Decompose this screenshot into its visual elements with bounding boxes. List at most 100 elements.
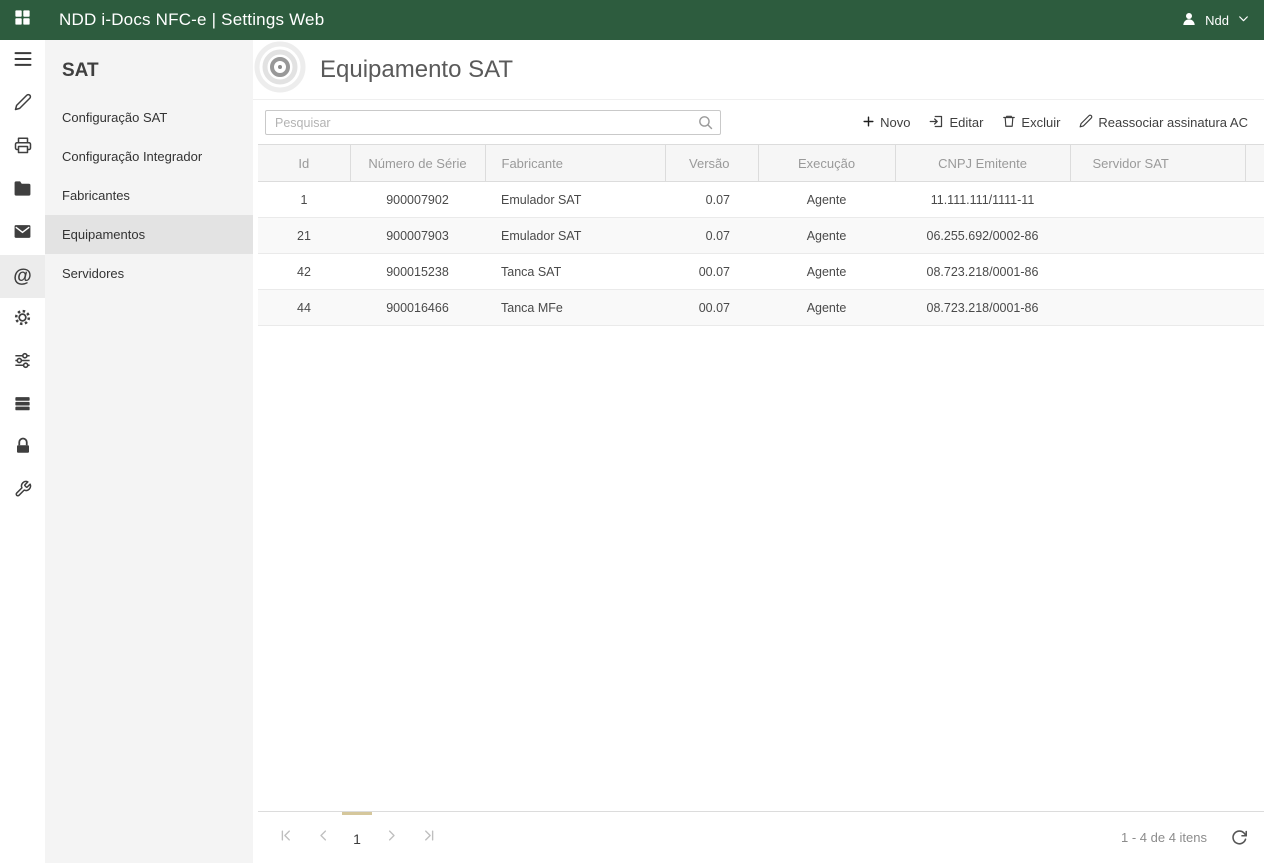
grid-toolbar: Novo Editar Excluir Reassociar assinatur… (253, 100, 1264, 144)
pager-right: 1 - 4 de 4 itens (1121, 829, 1248, 846)
chevron-down-icon (1237, 12, 1250, 28)
refresh-button[interactable] (1231, 829, 1248, 846)
cell-id: 1 (258, 181, 350, 218)
grid-empty-area (258, 326, 1264, 811)
iconbar-item-preferences[interactable] (0, 341, 45, 384)
table-header: Id Número de Série Fabricante Versão Exe… (258, 144, 1264, 182)
pager-prev-button[interactable] (304, 812, 342, 863)
cell-numero-serie: 900007903 (350, 217, 485, 254)
table-row[interactable]: 1 900007902 Emulador SAT 0.07 Agente 11.… (258, 181, 1264, 218)
cell-numero-serie: 900016466 (350, 289, 485, 326)
iconbar-item-servers[interactable] (0, 384, 45, 427)
column-header-cnpj[interactable]: CNPJ Emitente (894, 144, 1070, 182)
table-row[interactable]: 42 900015238 Tanca SAT 00.07 Agente 08.7… (258, 253, 1264, 290)
edit-icon (929, 114, 944, 132)
app-grid-button[interactable] (0, 8, 45, 32)
iconbar-item-sat[interactable]: @ (0, 255, 45, 298)
plus-icon (862, 115, 875, 131)
table-row[interactable]: 44 900016466 Tanca MFe 00.07 Agente 08.7… (258, 289, 1264, 326)
search-box (265, 110, 721, 135)
cell-servidor-sat (1070, 181, 1245, 218)
sidebar-item-equipamentos[interactable]: Equipamentos (45, 215, 253, 254)
cell-id: 21 (258, 217, 350, 254)
iconbar-item-files[interactable] (0, 169, 45, 212)
pager-page-1[interactable]: 1 (342, 811, 372, 863)
iconbar-item-security[interactable] (0, 427, 45, 470)
grid-icon (13, 8, 32, 32)
novo-button[interactable]: Novo (862, 115, 910, 131)
at-icon: @ (13, 265, 32, 287)
sidebar-title: SAT (62, 60, 99, 81)
pencil-icon (1079, 114, 1093, 131)
mail-icon (13, 222, 32, 246)
excluir-button[interactable]: Excluir (1002, 114, 1060, 131)
cell-versao: 0.07 (665, 181, 758, 218)
cell-execucao: Agente (758, 289, 895, 326)
seek-first-icon (278, 828, 293, 848)
equipamentos-grid: Id Número de Série Fabricante Versão Exe… (258, 144, 1264, 863)
column-header-servidor-sat[interactable]: Servidor SAT (1069, 144, 1245, 182)
sliders-icon (13, 351, 32, 375)
wrench-icon (14, 480, 32, 503)
cell-versao: 00.07 (665, 253, 758, 290)
sidebar-item-fabricantes[interactable]: Fabricantes (45, 176, 253, 215)
iconbar-item-tools[interactable] (0, 470, 45, 513)
sidebar-item-servidores[interactable]: Servidores (45, 254, 253, 293)
sidebar-item-label: Configuração Integrador (62, 149, 203, 164)
reassociar-button[interactable]: Reassociar assinatura AC (1079, 114, 1248, 131)
cell-id: 42 (258, 253, 350, 290)
table-row[interactable]: 21 900007903 Emulador SAT 0.07 Agente 06… (258, 217, 1264, 254)
iconbar-item-design[interactable] (0, 83, 45, 126)
pager-last-button[interactable] (410, 812, 448, 863)
cell-filler (1245, 289, 1264, 326)
cell-fabricante: Emulador SAT (485, 181, 665, 218)
cell-filler (1245, 181, 1264, 218)
cell-execucao: Agente (758, 181, 895, 218)
cell-cnpj: 08.723.218/0001-86 (895, 253, 1070, 290)
cell-cnpj: 11.111.111/1111-11 (895, 181, 1070, 218)
excluir-label: Excluir (1021, 115, 1061, 130)
cell-cnpj: 06.255.692/0002-86 (895, 217, 1070, 254)
cell-servidor-sat (1070, 289, 1245, 326)
user-menu[interactable]: Ndd (1181, 11, 1250, 30)
iconbar-item-printers[interactable] (0, 126, 45, 169)
column-header-versao[interactable]: Versão (664, 144, 758, 182)
iconbar-item-menu[interactable] (0, 40, 45, 83)
novo-label: Novo (880, 115, 911, 130)
page-header: Equipamento SAT (253, 40, 1264, 100)
column-header-numero-serie[interactable]: Número de Série (349, 144, 485, 182)
sidebar-item-configuracao-integrador[interactable]: Configuração Integrador (45, 137, 253, 176)
iconbar-item-mail[interactable] (0, 212, 45, 255)
cell-id: 44 (258, 289, 350, 326)
main-content: Equipamento SAT Novo Editar (253, 40, 1264, 863)
iconbar-item-settings[interactable] (0, 298, 45, 341)
search-input[interactable] (265, 110, 721, 135)
toolbar-actions: Novo Editar Excluir Reassociar assinatur… (862, 114, 1248, 132)
sidebar-item-label: Equipamentos (62, 227, 146, 242)
sidebar-item-configuracao-sat[interactable]: Configuração SAT (45, 98, 253, 137)
user-name: Ndd (1205, 12, 1229, 28)
column-header-execucao[interactable]: Execução (757, 144, 895, 182)
arrow-right-icon (384, 828, 399, 848)
printer-icon (14, 136, 32, 159)
page-title: Equipamento SAT (320, 55, 513, 83)
column-header-id[interactable]: Id (258, 144, 350, 182)
search-icon (697, 114, 714, 136)
icon-rail: @ (0, 40, 45, 863)
arrow-left-icon (316, 828, 331, 848)
seek-last-icon (422, 828, 437, 848)
editar-button[interactable]: Editar (929, 114, 983, 132)
pager-next-button[interactable] (372, 812, 410, 863)
lock-icon (14, 437, 32, 460)
gear-icon (13, 308, 32, 332)
cell-servidor-sat (1070, 253, 1245, 290)
brush-icon (14, 93, 32, 116)
cell-numero-serie: 900015238 (350, 253, 485, 290)
folder-icon (13, 179, 32, 203)
column-header-fabricante[interactable]: Fabricante (484, 144, 665, 182)
pager-first-button[interactable] (266, 812, 304, 863)
cell-versao: 0.07 (665, 217, 758, 254)
cell-numero-serie: 900007902 (350, 181, 485, 218)
cell-fabricante: Tanca MFe (485, 289, 665, 326)
cell-filler (1245, 217, 1264, 254)
